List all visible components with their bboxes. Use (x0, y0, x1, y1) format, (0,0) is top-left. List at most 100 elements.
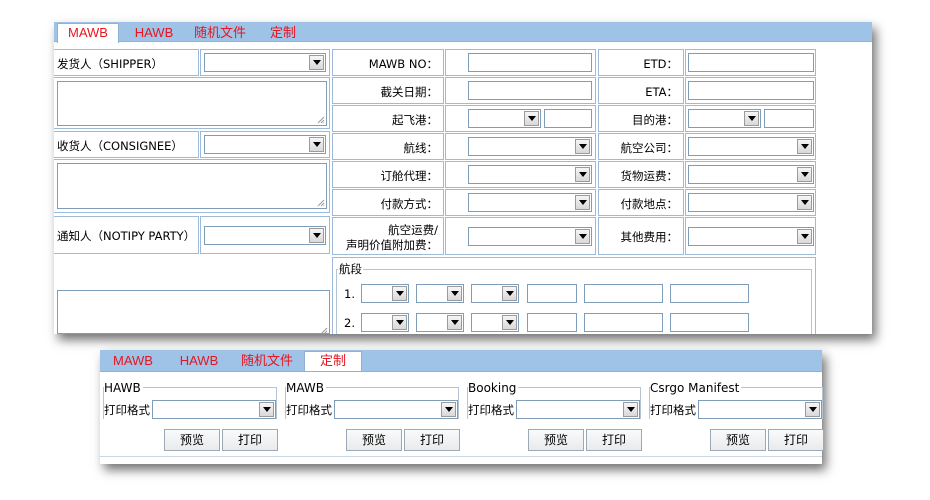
mawb-print-format-select[interactable] (334, 400, 458, 419)
booking-print-format-select[interactable] (516, 400, 640, 419)
other-fees-select[interactable] (688, 227, 814, 246)
cargo-manifest-preview-button[interactable]: 预览 (710, 429, 766, 451)
segment-1-date-input[interactable] (584, 284, 663, 303)
bottom-tab-attached-docs[interactable]: 随机文件 (235, 352, 299, 370)
hawb-print-button[interactable]: 打印 (222, 429, 278, 451)
chevron-down-icon[interactable] (309, 137, 324, 152)
customs-date-label-cell: 截关日期： (332, 77, 444, 104)
chevron-down-icon[interactable] (575, 167, 590, 182)
chevron-down-icon[interactable] (392, 286, 407, 301)
chevron-down-icon[interactable] (797, 229, 812, 244)
eta-label-cell: ETA： (598, 77, 684, 104)
mawb-no-cell (445, 49, 596, 76)
chevron-down-icon[interactable] (309, 55, 324, 70)
eta-label: ETA： (645, 85, 678, 99)
chevron-down-icon[interactable] (259, 402, 274, 417)
destination-port-code-input[interactable] (764, 109, 814, 128)
chevron-down-icon[interactable] (392, 315, 407, 330)
print-group-hawb-title: HAWB (104, 381, 143, 395)
consignee-select[interactable] (204, 135, 326, 154)
mawb-form-panel: MAWB HAWB 随机文件 定制 发货人（SHIPPER） 收货人（CONSI… (54, 22, 872, 334)
chevron-down-icon[interactable] (797, 195, 812, 210)
shipper-label: 发货人（SHIPPER） (57, 57, 163, 71)
airline-label: 航空公司： (620, 141, 679, 155)
bottom-tab-hawb[interactable]: HAWB (172, 352, 226, 370)
route-select[interactable] (468, 137, 592, 156)
chevron-down-icon[interactable] (447, 286, 462, 301)
eta-cell (685, 77, 816, 104)
consignee-address-cell (54, 159, 330, 213)
tab-custom[interactable]: 定制 (262, 24, 304, 42)
segment-1-extra-input[interactable] (670, 284, 749, 303)
segment-1-carrier-select[interactable] (471, 284, 519, 303)
mawb-preview-button[interactable]: 预览 (346, 429, 402, 451)
segment-2-from-select[interactable] (361, 313, 409, 332)
segment-row-1-label: 1. (344, 287, 355, 301)
chevron-down-icon[interactable] (502, 286, 517, 301)
chevron-down-icon[interactable] (502, 315, 517, 330)
chevron-down-icon[interactable] (441, 402, 456, 417)
hawb-preview-button[interactable]: 预览 (164, 429, 220, 451)
chevron-down-icon[interactable] (575, 195, 590, 210)
chevron-down-icon[interactable] (797, 167, 812, 182)
payment-place-label-cell: 付款地点： (598, 189, 684, 216)
customs-date-input[interactable] (468, 81, 592, 100)
shipper-address-textarea[interactable] (57, 81, 327, 126)
booking-preview-button[interactable]: 预览 (528, 429, 584, 451)
etd-input[interactable] (688, 53, 814, 72)
payment-method-cell (445, 189, 596, 216)
resize-grip-icon[interactable] (317, 116, 325, 124)
segment-2-to-select[interactable] (416, 313, 464, 332)
chevron-down-icon[interactable] (797, 139, 812, 154)
tab-attached-docs[interactable]: 随机文件 (188, 24, 252, 42)
segment-1-to-select[interactable] (416, 284, 464, 303)
hawb-print-format-select[interactable] (152, 400, 276, 419)
bottom-tab-mawb[interactable]: MAWB (106, 352, 160, 370)
segment-2-flight-input[interactable] (527, 313, 577, 332)
payment-method-select[interactable] (468, 193, 592, 212)
cargo-freight-cell (685, 161, 816, 188)
destination-port-select[interactable] (688, 109, 761, 128)
segment-1-from-select[interactable] (361, 284, 409, 303)
shipper-select[interactable] (204, 53, 326, 72)
chevron-down-icon[interactable] (805, 402, 820, 417)
chevron-down-icon[interactable] (623, 402, 638, 417)
segment-2-carrier-select[interactable] (471, 313, 519, 332)
consignee-address-textarea[interactable] (57, 163, 327, 209)
segment-2-date-input[interactable] (584, 313, 663, 332)
cargo-manifest-print-button[interactable]: 打印 (768, 429, 824, 451)
notify-address-textarea[interactable] (57, 290, 330, 334)
tab-mawb[interactable]: MAWB (57, 23, 119, 43)
departure-port-code-input[interactable] (544, 109, 592, 128)
mawb-print-button[interactable]: 打印 (404, 429, 460, 451)
top-tab-bar: MAWB HAWB 随机文件 定制 (54, 22, 872, 43)
air-freight-select[interactable] (468, 227, 592, 246)
cargo-freight-select[interactable] (688, 165, 814, 184)
chevron-down-icon[interactable] (744, 111, 759, 126)
payment-method-label-cell: 付款方式： (332, 189, 444, 216)
notify-select[interactable] (204, 226, 326, 245)
payment-place-select[interactable] (688, 193, 814, 212)
mawb-no-input[interactable] (468, 53, 592, 72)
segment-2-extra-input[interactable] (670, 313, 749, 332)
chevron-down-icon[interactable] (447, 315, 462, 330)
eta-input[interactable] (688, 81, 814, 100)
departure-port-select[interactable] (468, 109, 541, 128)
other-fees-label-cell: 其他费用： (598, 217, 684, 255)
bottom-tab-custom[interactable]: 定制 (304, 351, 362, 371)
chevron-down-icon[interactable] (309, 228, 324, 243)
chevron-down-icon[interactable] (575, 229, 590, 244)
chevron-down-icon[interactable] (524, 111, 539, 126)
payment-method-label: 付款方式： (380, 197, 439, 211)
destination-port-label-cell: 目的港： (598, 105, 684, 132)
resize-grip-icon[interactable] (317, 199, 325, 207)
resize-grip-icon[interactable] (320, 327, 328, 334)
segment-1-flight-input[interactable] (527, 284, 577, 303)
booking-agent-select[interactable] (468, 165, 592, 184)
tab-hawb[interactable]: HAWB (127, 24, 181, 42)
print-group-hawb: HAWB 打印格式 预览 打印 (100, 377, 280, 457)
chevron-down-icon[interactable] (575, 139, 590, 154)
airline-select[interactable] (688, 137, 814, 156)
cargo-manifest-print-format-select[interactable] (698, 400, 822, 419)
booking-print-button[interactable]: 打印 (586, 429, 642, 451)
